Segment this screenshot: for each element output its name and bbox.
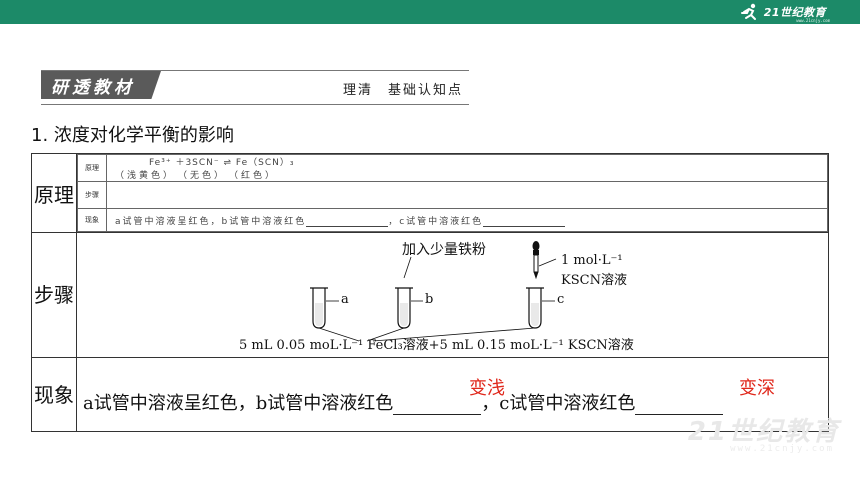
inner-table-cell: 原理 Fe³⁺ ＋3SCN⁻ ⇌ Fe（SCN）₃ （浅黄色） （无色） （红色… bbox=[76, 153, 829, 233]
watermark-url: www.21cnjy.com bbox=[730, 444, 834, 454]
test-tube-c bbox=[526, 287, 555, 329]
inner-equation: Fe³⁺ ＋3SCN⁻ ⇌ Fe（SCN）₃ （浅黄色） （无色） （红色） bbox=[106, 154, 828, 182]
section-rule-top bbox=[41, 70, 469, 71]
tube-b-label: b bbox=[425, 292, 434, 307]
runner-logo-icon bbox=[740, 3, 756, 20]
inner-steps-content bbox=[106, 181, 828, 209]
section-banner: 研透教材 bbox=[41, 71, 161, 99]
table-row-principle: 原理 原理 Fe³⁺ ＋3SCN⁻ ⇌ Fe（SCN）₃ （浅黄色） （无色） … bbox=[31, 153, 829, 233]
inner-phenomenon: a试管中溶液呈红色，b试管中溶液红色 ，c试管中溶液红色 bbox=[106, 208, 828, 232]
iron-powder-label: 加入少量铁粉 bbox=[402, 242, 486, 258]
equation-colors: （浅黄色） （无色） （红色） bbox=[115, 171, 278, 181]
kscn-concentration-label: 1 mol·L⁻¹ bbox=[561, 253, 623, 268]
table-row-steps: 步骤 加入少量铁粉 1 mol·L⁻¹ KSCN溶液 a b c 5 mL 0.… bbox=[31, 232, 829, 358]
phenomenon-line: a试管中溶液呈红色，b试管中溶液红色 ，c试管中溶液红色 bbox=[83, 389, 724, 415]
page-title: 1. 浓度对化学平衡的影响 bbox=[31, 125, 234, 146]
row-label-steps-text: 步骤 bbox=[34, 283, 74, 307]
row-label-steps: 步骤 bbox=[31, 232, 77, 358]
inner-label-principle: 原理 bbox=[77, 154, 107, 182]
top-bar bbox=[0, 0, 860, 24]
row-label-principle: 原理 bbox=[31, 153, 77, 233]
experiment-table: 原理 原理 Fe³⁺ ＋3SCN⁻ ⇌ Fe（SCN）₃ （浅黄色） （无色） … bbox=[31, 153, 829, 432]
inner-blank-b bbox=[306, 217, 389, 227]
iron-leader-line bbox=[403, 256, 412, 279]
phenomenon-part-a: a试管中溶液呈红色，b试管中溶液红色 bbox=[83, 393, 394, 414]
inner-table: 原理 Fe³⁺ ＋3SCN⁻ ⇌ Fe（SCN）₃ （浅黄色） （无色） （红色… bbox=[77, 154, 828, 232]
inner-blank-c bbox=[483, 217, 566, 227]
section-subtitle: 理清 基础认知点 bbox=[343, 83, 464, 98]
steps-diagram-cell: 加入少量铁粉 1 mol·L⁻¹ KSCN溶液 a b c 5 mL 0.05 … bbox=[76, 232, 829, 358]
answer-b: 变浅 bbox=[469, 378, 505, 399]
experiment-diagram: 加入少量铁粉 1 mol·L⁻¹ KSCN溶液 a b c 5 mL 0.05 … bbox=[77, 233, 828, 357]
tube-c-label: c bbox=[557, 292, 565, 307]
inner-label-steps: 步骤 bbox=[77, 181, 107, 209]
inner-phen-a: a试管中溶液呈红色，b试管中溶液红色 bbox=[115, 216, 307, 227]
tube-a-label: a bbox=[341, 292, 349, 307]
logo-url: www.21cnjy.com bbox=[796, 18, 830, 23]
row-label-phenomenon-text: 现象 bbox=[34, 382, 74, 407]
inner-label-phenomenon: 现象 bbox=[77, 208, 107, 232]
row-label-phenomenon: 现象 bbox=[31, 357, 77, 432]
watermark-logo: 21世纪教育 bbox=[687, 417, 840, 447]
test-tube-b bbox=[395, 287, 423, 329]
equation-line: Fe³⁺ ＋3SCN⁻ ⇌ Fe（SCN）₃ bbox=[149, 158, 295, 168]
kscn-name-label: KSCN溶液 bbox=[561, 273, 627, 288]
test-tube-a bbox=[310, 287, 339, 329]
answer-c: 变深 bbox=[739, 378, 775, 399]
section-rule-bottom bbox=[41, 104, 469, 105]
dropper-icon bbox=[532, 241, 557, 280]
row-label-principle-text: 原理 bbox=[34, 183, 74, 207]
inner-phen-b: ，c试管中溶液红色 bbox=[388, 216, 484, 227]
solution-description: 5 mL 0.05 moL·L⁻¹ FeCl₃溶液+5 mL 0.15 moL·… bbox=[239, 338, 634, 353]
